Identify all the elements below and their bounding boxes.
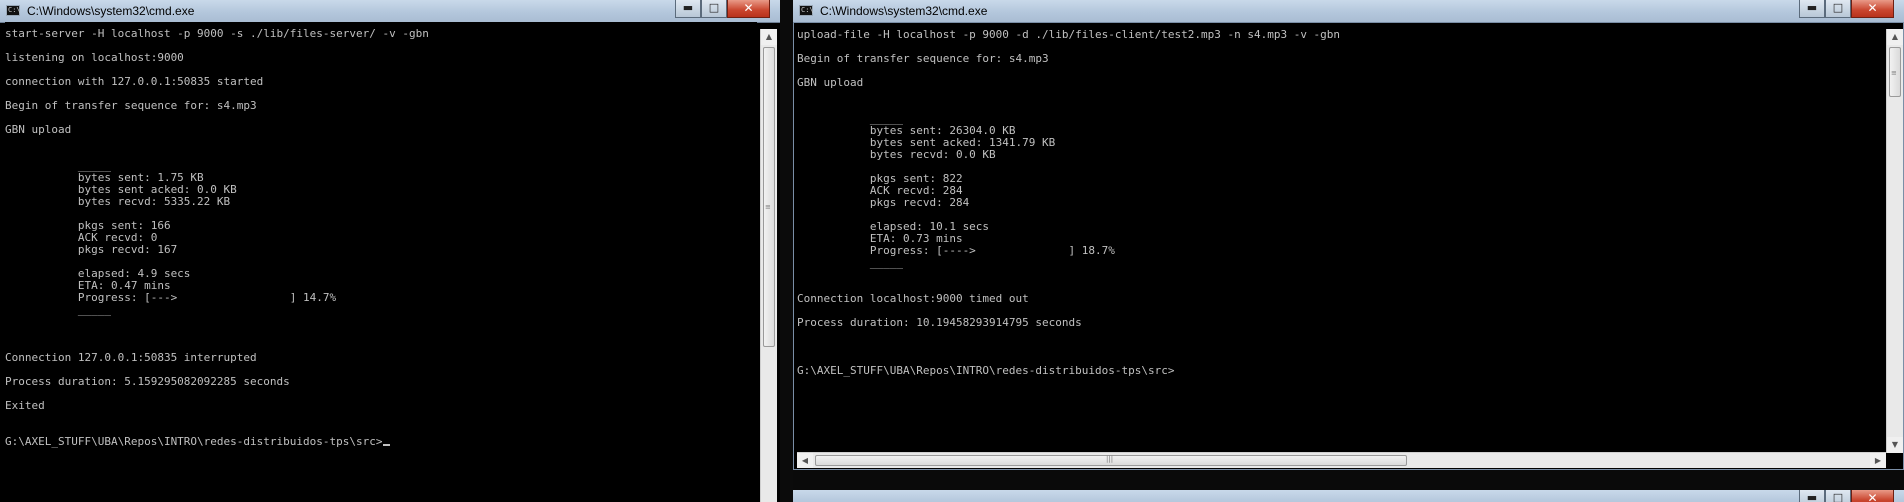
console-line: bytes recvd: 0.0 KB — [797, 148, 996, 161]
scroll-grip-icon: ≡ — [765, 203, 771, 211]
console-line: pkgs recvd: 284 — [797, 196, 970, 209]
maximize-icon: □ — [708, 1, 720, 14]
left-title-bar[interactable]: C:\ C:\Windows\system32\cmd.exe ▬ □ ✕ — [0, 0, 780, 23]
console-line: GBN upload — [5, 123, 72, 136]
right-console-output[interactable]: upload-file -H localhost -p 9000 -d ./li… — [797, 23, 1879, 454]
scroll-down-arrow-icon[interactable]: ▼ — [1887, 437, 1903, 453]
console-line: Begin of transfer sequence for: s4.mp3 — [797, 52, 1049, 65]
left-console-output[interactable]: start-server -H localhost -p 9000 -s ./l… — [5, 22, 757, 502]
right-vertical-scrollbar[interactable]: ▲ ≡ ▼ — [1886, 29, 1903, 453]
left-window-controls: ▬ □ ✕ — [675, 0, 770, 19]
console-line: Connection localhost:9000 timed out — [797, 292, 1029, 305]
console-line: Progress: [----> ] 18.7% — [797, 244, 1115, 257]
right-horizontal-scrollbar[interactable]: ◀ ||| ▶ — [797, 452, 1886, 468]
console-line: G:\AXEL_STUFF\UBA\Repos\INTRO\redes-dist… — [797, 364, 1175, 377]
left-window-title: C:\Windows\system32\cmd.exe — [27, 4, 195, 18]
console-line: connection with 127.0.0.1:50835 started — [5, 75, 264, 88]
right-window-controls: ▬ □ ✕ — [1799, 0, 1894, 19]
right-console-window[interactable]: C:\ C:\Windows\system32\cmd.exe ▬ □ ✕ up… — [793, 0, 1904, 470]
console-line: pkgs recvd: 167 — [5, 243, 178, 256]
console-line: upload-file -H localhost -p 9000 -d ./li… — [797, 28, 1341, 41]
left-console-window[interactable]: C:\ C:\Windows\system32\cmd.exe ▬ □ ✕ st… — [0, 0, 780, 502]
console-line: bytes recvd: 5335.22 KB — [5, 195, 231, 208]
scroll-left-arrow-icon[interactable]: ◀ — [797, 453, 813, 468]
console-line: _____ — [797, 256, 903, 269]
scroll-up-arrow-icon[interactable]: ▲ — [761, 29, 777, 45]
scroll-right-arrow-icon[interactable]: ▶ — [1870, 453, 1886, 468]
minimize-icon: ▬ — [1806, 491, 1818, 502]
console-line: Progress: [---> ] 14.7% — [5, 291, 337, 304]
console-line: Connection 127.0.0.1:50835 interrupted — [5, 351, 257, 364]
bg-minimize-button[interactable]: ▬ — [1799, 490, 1825, 502]
background-window-titlebar[interactable]: ▬ □ ✕ — [793, 490, 1904, 502]
console-line: listening on localhost:9000 — [5, 51, 184, 64]
right-title-bar[interactable]: C:\ C:\Windows\system32\cmd.exe ▬ □ ✕ — [793, 0, 1904, 23]
window-gap — [780, 0, 793, 502]
left-scroll-thumb[interactable] — [763, 47, 775, 347]
minimize-icon: ▬ — [1806, 1, 1818, 14]
maximize-icon: □ — [1832, 491, 1844, 502]
close-icon: ✕ — [743, 1, 754, 15]
console-line: _____ — [5, 303, 111, 316]
scroll-grip-icon: ||| — [1106, 455, 1114, 463]
left-vertical-scrollbar[interactable]: ▲ ≡ — [760, 29, 777, 502]
right-window-title: C:\Windows\system32\cmd.exe — [820, 4, 988, 18]
scroll-grip-icon: ≡ — [1891, 69, 1897, 77]
background-window-controls: ▬ □ ✕ — [1799, 490, 1894, 502]
left-minimize-button[interactable]: ▬ — [675, 0, 701, 18]
left-maximize-button[interactable]: □ — [701, 0, 727, 18]
right-close-button[interactable]: ✕ — [1851, 0, 1894, 18]
console-line: Process duration: 5.159295082092285 seco… — [5, 375, 290, 388]
minimize-icon: ▬ — [682, 1, 694, 14]
text-cursor — [382, 444, 390, 446]
bg-close-button[interactable]: ✕ — [1851, 490, 1894, 502]
console-line: G:\AXEL_STUFF\UBA\Repos\INTRO\redes-dist… — [5, 436, 757, 448]
right-maximize-button[interactable]: □ — [1825, 0, 1851, 18]
scroll-up-arrow-icon[interactable]: ▲ — [1887, 29, 1903, 45]
console-icon: C:\ — [6, 5, 21, 16]
right-minimize-button[interactable]: ▬ — [1799, 0, 1825, 18]
close-icon: ✕ — [1867, 1, 1878, 15]
close-icon: ✕ — [1867, 491, 1878, 502]
console-line: GBN upload — [797, 76, 864, 89]
console-line: Process duration: 10.19458293914795 seco… — [797, 316, 1082, 329]
console-line: Begin of transfer sequence for: s4.mp3 — [5, 99, 257, 112]
console-line: Exited — [5, 399, 45, 412]
console-line: start-server -H localhost -p 9000 -s ./l… — [5, 27, 429, 40]
console-icon: C:\ — [799, 5, 814, 16]
bg-maximize-button[interactable]: □ — [1825, 490, 1851, 502]
left-close-button[interactable]: ✕ — [727, 0, 770, 18]
maximize-icon: □ — [1832, 1, 1844, 14]
